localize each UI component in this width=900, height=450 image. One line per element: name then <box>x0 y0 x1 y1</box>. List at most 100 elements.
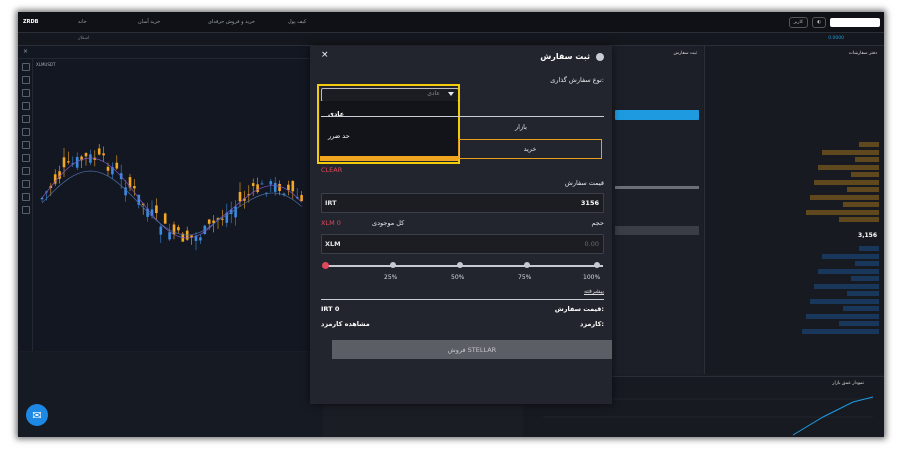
nav-item-pro-trade[interactable]: خرید و فروش حرفه‌ای <box>208 19 255 25</box>
candle-body <box>238 192 242 202</box>
candle-body <box>278 183 281 192</box>
orderbook-row[interactable] <box>711 202 879 207</box>
nav-item-home[interactable]: خانه <box>78 19 87 25</box>
close-icon[interactable]: × <box>321 50 329 60</box>
trend-line-icon[interactable] <box>22 76 30 84</box>
orderbook-row[interactable] <box>711 321 879 326</box>
modal-header: × ثبت سفارش <box>310 46 612 68</box>
buy-tab-button[interactable] <box>615 110 699 120</box>
form-submit[interactable] <box>615 226 699 235</box>
lock-icon[interactable] <box>22 180 30 188</box>
candle-body <box>273 182 277 192</box>
theme-toggle[interactable]: ◐ <box>812 16 826 28</box>
tick-50: 50% <box>451 274 465 281</box>
clear-button[interactable]: CLEAR <box>321 166 342 174</box>
eye-icon[interactable] <box>22 193 30 201</box>
buy-side-tab[interactable]: خرید <box>458 139 602 159</box>
nav-item-wallet[interactable]: کیف پول <box>288 19 306 25</box>
depth-bar <box>822 253 879 259</box>
fee-label: کارمزد: <box>580 320 604 328</box>
orderbook-row[interactable] <box>711 268 879 274</box>
orderbook-row[interactable] <box>711 283 879 289</box>
order-type-label: نوع سفارش گذاری: <box>550 76 604 84</box>
orderbook-row[interactable] <box>711 253 879 259</box>
text-icon[interactable] <box>22 115 30 123</box>
brush-icon[interactable] <box>22 128 30 136</box>
price-value: 3156 <box>580 199 599 207</box>
candle-body <box>62 157 66 168</box>
candle-body <box>300 195 303 202</box>
moving-average-line <box>41 157 302 239</box>
tick-100: 100% <box>583 274 601 281</box>
orderbook-row[interactable] <box>711 157 879 162</box>
logo[interactable]: ZRDB <box>23 19 38 25</box>
orderbook-row[interactable] <box>711 164 879 170</box>
candle-body <box>291 180 295 192</box>
orderbook-row[interactable] <box>711 142 879 147</box>
orderbook-row[interactable] <box>711 209 879 215</box>
tick-75: 75% <box>518 274 532 281</box>
orderbook-row[interactable] <box>711 313 879 319</box>
candle-body <box>159 226 163 235</box>
volume-input[interactable]: XLM 0.00 <box>321 234 604 254</box>
candle-body <box>168 232 171 240</box>
fee-link[interactable]: مشاهده کارمزد <box>321 320 370 328</box>
orderbook-row[interactable] <box>711 179 879 185</box>
order-price-value: IRT 0 <box>321 305 340 313</box>
candle-body <box>155 205 158 214</box>
sub-toolbar: استلار 0.0000 <box>18 33 884 46</box>
orderbook-row[interactable] <box>711 298 879 304</box>
orderbook-row[interactable] <box>711 276 879 281</box>
orderbook-row[interactable] <box>711 172 879 177</box>
trash-icon[interactable] <box>22 206 30 214</box>
slider-dot-75[interactable] <box>524 262 530 268</box>
tab-market[interactable]: بازار <box>515 123 527 131</box>
depth-bar <box>802 328 879 334</box>
orderbook-row[interactable] <box>711 246 879 251</box>
bottom-left-panel <box>18 352 323 437</box>
price-chart[interactable]: × XLMUSDT <box>18 46 310 351</box>
sell-button-label: فروش STELLAR <box>447 345 497 354</box>
orderbook-row[interactable] <box>711 328 879 334</box>
measure-icon[interactable] <box>22 141 30 149</box>
fib-icon[interactable] <box>22 89 30 97</box>
price-label: قیمت سفارش <box>564 179 604 187</box>
tick-25: 25% <box>384 274 398 281</box>
sell-button[interactable]: فروش STELLAR <box>332 340 612 359</box>
depth-bar <box>847 187 879 192</box>
orderbook-row[interactable] <box>711 261 879 266</box>
candle-body <box>199 237 202 241</box>
pattern-icon[interactable] <box>22 102 30 110</box>
percent-slider[interactable] <box>325 265 603 267</box>
user-pill[interactable]: کاربر <box>788 16 809 28</box>
orderbook-row[interactable] <box>711 306 879 311</box>
candle-body <box>133 186 136 189</box>
price-input[interactable]: IRT 3156 <box>321 193 604 213</box>
close-chart-icon[interactable]: × <box>23 48 28 55</box>
info-icon <box>596 53 604 61</box>
moving-average-line <box>41 170 302 236</box>
topbar-controls: کاربر ◐ <box>788 16 880 28</box>
cursor-icon[interactable] <box>22 63 30 71</box>
zoom-icon[interactable] <box>22 154 30 162</box>
slider-dot-50[interactable] <box>457 262 463 268</box>
magnet-icon[interactable] <box>22 167 30 175</box>
slider-handle[interactable] <box>322 261 329 269</box>
candle-body <box>269 181 273 185</box>
account-box[interactable] <box>830 17 880 27</box>
form-slider[interactable] <box>615 186 699 189</box>
slider-dot-100[interactable] <box>594 262 600 268</box>
nav-item-easy-buy[interactable]: خرید آسان <box>138 19 160 25</box>
orderbook-row[interactable] <box>711 217 879 222</box>
orderbook-row[interactable] <box>711 291 879 296</box>
orderbook-row[interactable] <box>711 187 879 192</box>
chat-button[interactable]: ✉ <box>26 404 48 426</box>
depth-bar <box>843 202 879 207</box>
advanced-link[interactable]: پیشرفته <box>584 288 604 295</box>
top-navbar: ZRDB کیف پول خرید و فروش حرفه‌ای خرید آس… <box>18 12 884 33</box>
buy-label: خرید <box>523 145 537 153</box>
orderbook-row[interactable] <box>711 194 879 200</box>
depth-bar <box>839 321 879 326</box>
orderbook-row[interactable] <box>711 149 879 155</box>
slider-dot-25[interactable] <box>390 262 396 268</box>
